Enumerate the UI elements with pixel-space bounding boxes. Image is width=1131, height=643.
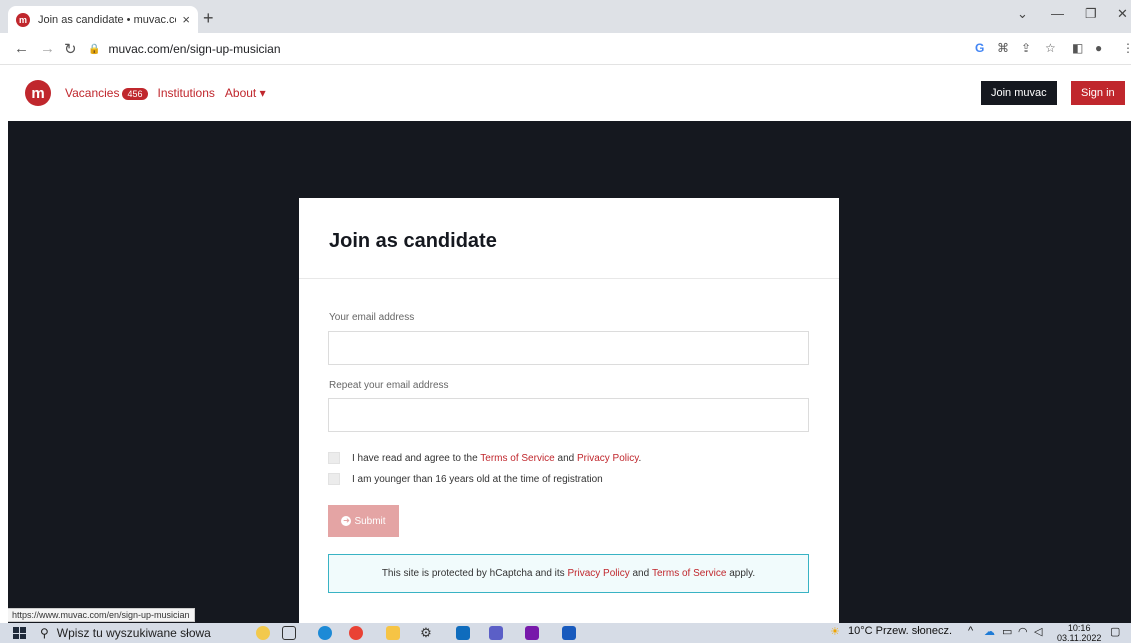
menu-kebab-icon[interactable]: ⋮ [1122,41,1131,55]
weather-icon[interactable]: ☀ [830,625,840,638]
terms-link[interactable]: Terms of Service [480,453,554,464]
captcha-and: and [632,568,650,579]
agree-suffix: . [638,452,642,464]
nav-institutions[interactable]: Institutions [158,86,215,100]
email-field[interactable] [328,331,809,365]
captcha-prefix: This site is protected by hCaptcha and i… [381,568,565,579]
bookmark-star-icon[interactable]: ☆ [1045,41,1056,55]
translate-icon[interactable]: ⌘ [997,41,1009,55]
clock-date: 03.11.2022 [1057,633,1102,643]
card-divider [299,278,839,279]
weather-text[interactable]: 10°C Przew. słonecz. [848,625,952,637]
battery-icon[interactable]: ▭ [1002,625,1012,638]
url-field[interactable]: 🔒 muvac.com/en/sign-up-musician [88,38,958,60]
windows-start-icon[interactable] [13,627,26,639]
close-window-icon[interactable]: ✕ [1117,6,1128,22]
captcha-suffix: apply. [729,568,756,579]
onenote-icon[interactable] [525,626,539,640]
captcha-terms-link[interactable]: Terms of Service [652,568,726,579]
wifi-icon[interactable]: ◠ [1018,625,1028,638]
privacy-link[interactable]: Privacy Policy [577,453,639,464]
repeat-email-label: Repeat your email address [329,380,449,391]
nav-vacancies-label: Vacancies [65,86,120,100]
tab-search-chevron-icon[interactable]: ⌄ [1017,6,1028,22]
search-icon: ⚲ [40,626,49,640]
muvac-logo[interactable]: m [25,80,51,106]
status-url-tooltip: https://www.muvac.com/en/sign-up-musicia… [8,608,195,622]
arrow-circle-icon: ➜ [341,516,352,526]
task-view-icon[interactable] [282,626,296,640]
profile-icon[interactable]: ● [1095,41,1102,55]
signup-card: Join as candidate Your email address Rep… [299,198,839,623]
search-highlight-icon[interactable] [256,626,270,640]
main-nav: Vacancies 456 Institutions About ▾ [65,86,266,100]
windows-taskbar: ⚲ Wpisz tu wyszukiwane słowa ⚙ ☀ 10°C Pr… [0,623,1131,643]
tab-close-icon[interactable]: × [182,12,190,27]
email-label: Your email address [329,312,415,323]
onedrive-icon[interactable]: ☁ [984,625,995,638]
new-tab-icon[interactable]: + [203,8,214,29]
tray-chevron-icon[interactable]: ^ [968,625,973,637]
back-icon[interactable]: ← [14,40,29,57]
age-checkbox[interactable] [328,473,340,485]
nav-vacancies[interactable]: Vacancies 456 [65,86,148,100]
restore-icon[interactable]: ❐ [1085,6,1097,22]
clock-time: 10:16 [1067,623,1091,633]
settings-gear-icon[interactable]: ⚙ [419,626,433,640]
volume-icon[interactable]: ◁ [1034,625,1042,638]
terms-checkbox[interactable] [328,452,340,464]
reload-icon[interactable]: ↻ [64,40,77,58]
tab-title: Join as candidate • muvac.com [38,13,177,26]
chrome-icon[interactable] [349,626,363,640]
browser-tab[interactable]: m Join as candidate • muvac.com × [8,6,198,33]
submit-button[interactable]: ➜ Submit [328,505,399,537]
lock-icon: 🔒 [88,43,101,55]
nav-about-dropdown[interactable]: About ▾ [225,86,266,100]
terms-checkbox-row: I have read and agree to the Terms of Se… [328,452,641,464]
side-panel-icon[interactable]: ◧ [1072,41,1083,55]
url-text: muvac.com/en/sign-up-musician [108,42,281,56]
submit-label: Submit [354,515,386,527]
agree-prefix: I have read and agree to the [352,452,478,464]
notifications-icon[interactable]: ▢ [1110,625,1120,638]
sign-in-button[interactable]: Sign in [1071,81,1125,105]
forward-icon[interactable]: → [40,40,55,57]
edge-icon[interactable] [318,626,332,640]
captcha-privacy-link[interactable]: Privacy Policy [567,568,629,579]
taskbar-search[interactable]: ⚲ Wpisz tu wyszukiwane słowa [40,623,240,643]
file-explorer-icon[interactable] [386,626,400,640]
minimize-icon[interactable]: — [1051,6,1064,21]
age-checkbox-row: I am younger than 16 years old at the ti… [328,473,603,485]
taskbar-clock[interactable]: 10:16 03.11.2022 [1057,623,1101,643]
browser-tab-strip: m Join as candidate • muvac.com × + ⌄ — … [0,0,1131,33]
share-icon[interactable]: ⇪ [1021,41,1031,55]
repeat-email-field[interactable] [328,398,809,432]
site-header: m Vacancies 456 Institutions About ▾ Join… [8,65,1131,121]
google-icon[interactable]: G [975,41,984,55]
age-text: I am younger than 16 years old at the ti… [352,473,603,485]
site-favicon-icon: m [16,12,30,27]
word-icon[interactable] [562,626,576,640]
terms-text: I have read and agree to the Terms of Se… [352,453,641,464]
vacancies-count-badge: 456 [122,88,148,100]
address-bar: ← → ↻ 🔒 muvac.com/en/sign-up-musician G … [0,33,1131,65]
taskbar-search-text: Wpisz tu wyszukiwane słowa [56,626,211,640]
outlook-icon[interactable] [456,626,470,640]
page-title: Join as candidate [329,230,497,252]
agree-and: and [557,452,575,464]
join-muvac-button[interactable]: Join muvac [981,81,1057,105]
teams-icon[interactable] [489,626,503,640]
hcaptcha-notice: This site is protected by hCaptcha and i… [328,554,809,593]
